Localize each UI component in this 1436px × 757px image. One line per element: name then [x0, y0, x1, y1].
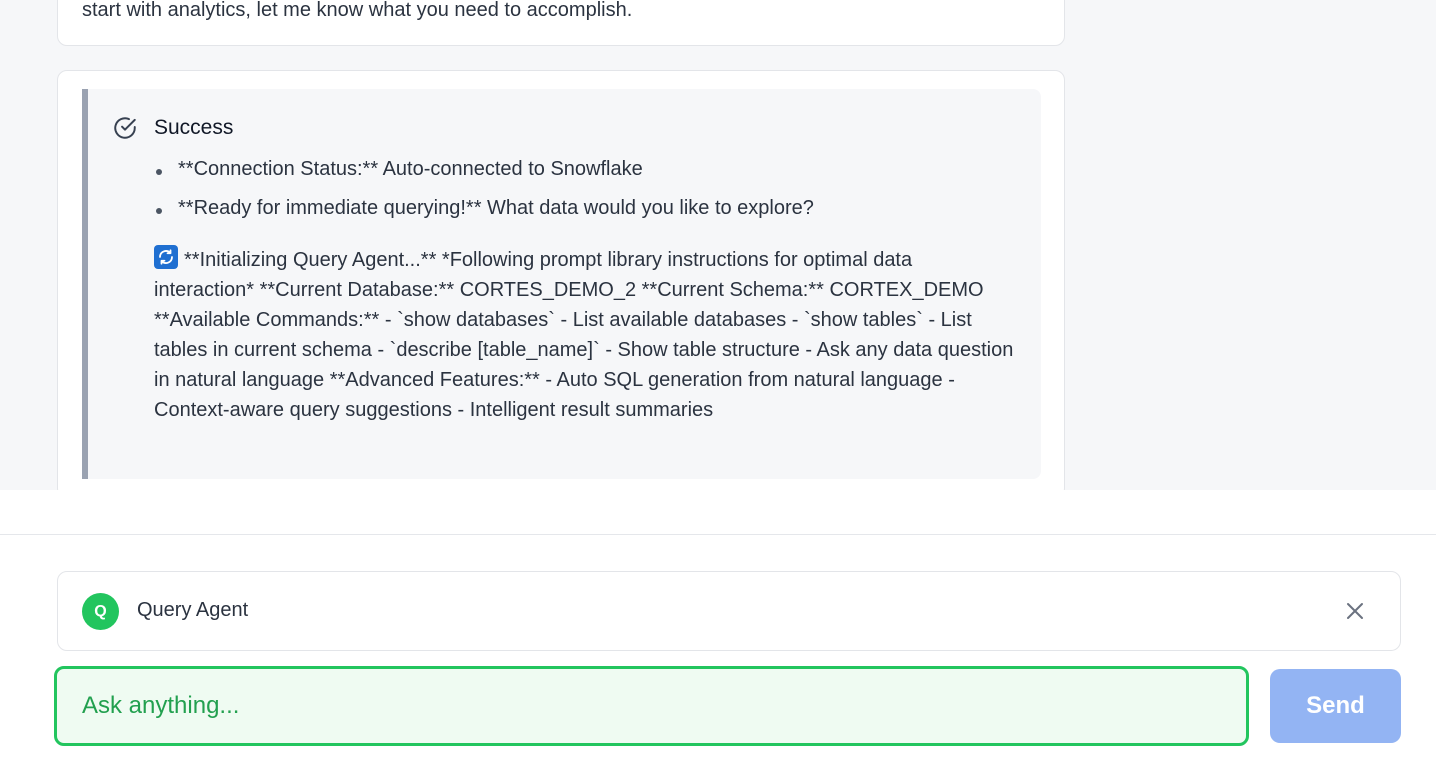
alert-bullet-list: **Connection Status:** Auto-connected to… [154, 155, 814, 233]
alert-body: **Initializing Query Agent...** *Followi… [154, 245, 1014, 425]
chat-input[interactable] [57, 669, 1246, 743]
check-circle-icon [112, 115, 138, 141]
selected-agent-bar: Q Query Agent [57, 571, 1401, 651]
alert-bullet-item: **Connection Status:** Auto-connected to… [154, 155, 814, 194]
alert-body-text: **Initializing Query Agent...** *Followi… [154, 249, 1014, 421]
refresh-icon [154, 245, 178, 269]
chat-input-wrapper [54, 666, 1249, 746]
success-alert: Success **Connection Status:** Auto-conn… [82, 89, 1041, 479]
previous-message-text: start with analytics, let me know what y… [82, 0, 633, 21]
previous-message-card: start with analytics, let me know what y… [57, 0, 1065, 46]
agent-name: Query Agent [137, 599, 249, 621]
assistant-message-card: Success **Connection Status:** Auto-conn… [57, 70, 1065, 490]
divider [0, 534, 1436, 535]
alert-bullet-item: **Ready for immediate querying!** What d… [154, 194, 814, 233]
agent-avatar: Q [82, 593, 119, 630]
close-icon[interactable] [1344, 600, 1366, 622]
chat-area: start with analytics, let me know what y… [0, 0, 1436, 490]
alert-header: Success [112, 115, 233, 141]
alert-title: Success [154, 116, 234, 139]
send-button[interactable]: Send [1270, 669, 1401, 743]
